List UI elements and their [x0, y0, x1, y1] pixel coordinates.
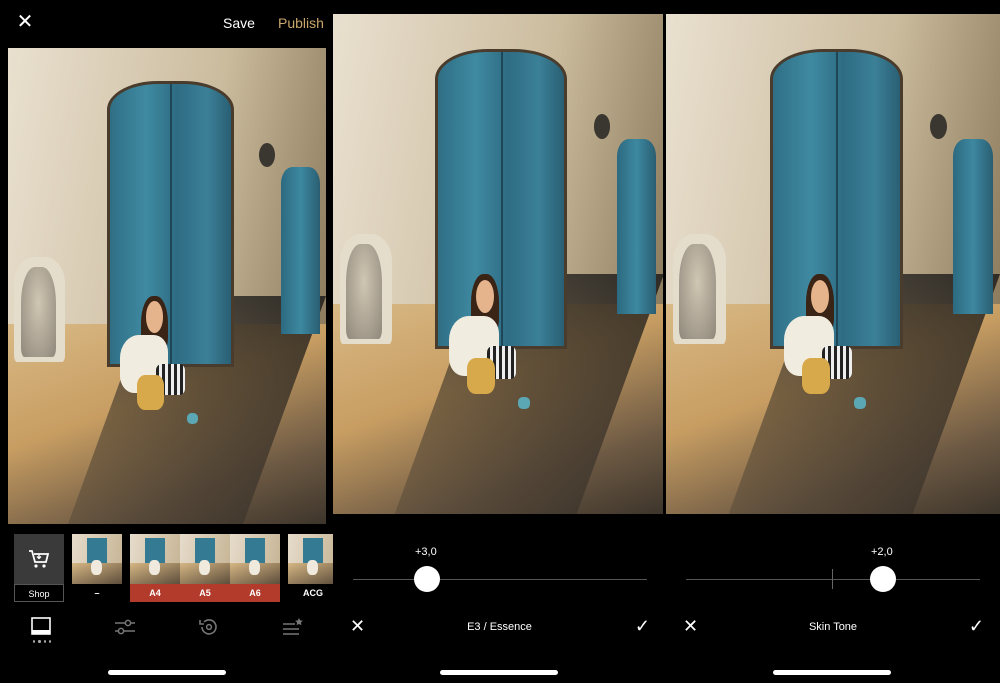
preset-strip[interactable]: Shop – A4 A5 A6 ACG: [14, 534, 333, 604]
preset-a4[interactable]: A4: [130, 534, 180, 602]
home-indicator: [440, 670, 558, 675]
confirm-check-icon[interactable]: ✓: [969, 616, 984, 637]
slider-value-label: +3,0: [415, 546, 437, 558]
preset-label: A5: [180, 584, 230, 602]
save-button[interactable]: Save: [223, 15, 255, 31]
preset-thumbnail: [72, 534, 122, 584]
editor-panel-preset-strength: +3,0 ✕ E3 / Essence ✓: [333, 0, 666, 683]
preset-label: A4: [130, 584, 180, 602]
strength-slider-knob[interactable]: [414, 566, 440, 592]
strength-slider-track[interactable]: [353, 579, 647, 580]
presets-icon[interactable]: [30, 616, 54, 640]
confirm-check-icon[interactable]: ✓: [635, 616, 650, 637]
preset-label: ACG: [303, 588, 323, 598]
skin-tone-slider-knob[interactable]: [870, 566, 896, 592]
home-indicator: [108, 670, 226, 675]
preset-thumbnail: [288, 534, 333, 584]
preset-label: –: [94, 588, 100, 598]
recipes-icon[interactable]: [281, 616, 305, 640]
editor-panel-presets: ✕ Save Publish Shop – A4 A5 A6 ACG: [0, 0, 333, 683]
skin-tone-slider-track[interactable]: [686, 579, 980, 580]
preset-a6[interactable]: A6: [230, 534, 280, 602]
active-tab-indicator: [33, 640, 51, 643]
preset-none[interactable]: –: [72, 534, 122, 602]
photo-preview: [666, 14, 1000, 514]
preset-acg[interactable]: ACG: [288, 534, 333, 602]
photo-preview: [8, 48, 326, 524]
preset-a5[interactable]: A5: [180, 534, 230, 602]
photo-preview: [333, 14, 663, 514]
preset-shop[interactable]: Shop: [14, 534, 64, 602]
slider-center-tick: [832, 569, 833, 589]
preset-label: Shop: [14, 584, 64, 602]
preset-thumbnail: [180, 534, 230, 584]
slider-value-label: +2,0: [871, 546, 893, 558]
history-icon[interactable]: [197, 616, 221, 640]
preset-thumbnail: [230, 534, 280, 584]
preset-label: A6: [230, 584, 280, 602]
tool-action-bar: ✕ Skin Tone ✓: [666, 616, 1000, 640]
adjust-sliders-icon[interactable]: [113, 616, 137, 640]
preset-thumbnail: [130, 534, 180, 584]
home-indicator: [773, 670, 891, 675]
tool-action-bar: ✕ E3 / Essence ✓: [333, 616, 666, 640]
tool-title: Skin Tone: [808, 621, 858, 633]
editor-panel-skin-tone: +2,0 ✕ Skin Tone ✓: [666, 0, 1000, 683]
tool-title: E3 / Essence: [467, 621, 532, 633]
publish-button[interactable]: Publish: [278, 15, 324, 31]
close-icon[interactable]: ✕: [16, 12, 34, 32]
cart-icon: [14, 534, 64, 584]
